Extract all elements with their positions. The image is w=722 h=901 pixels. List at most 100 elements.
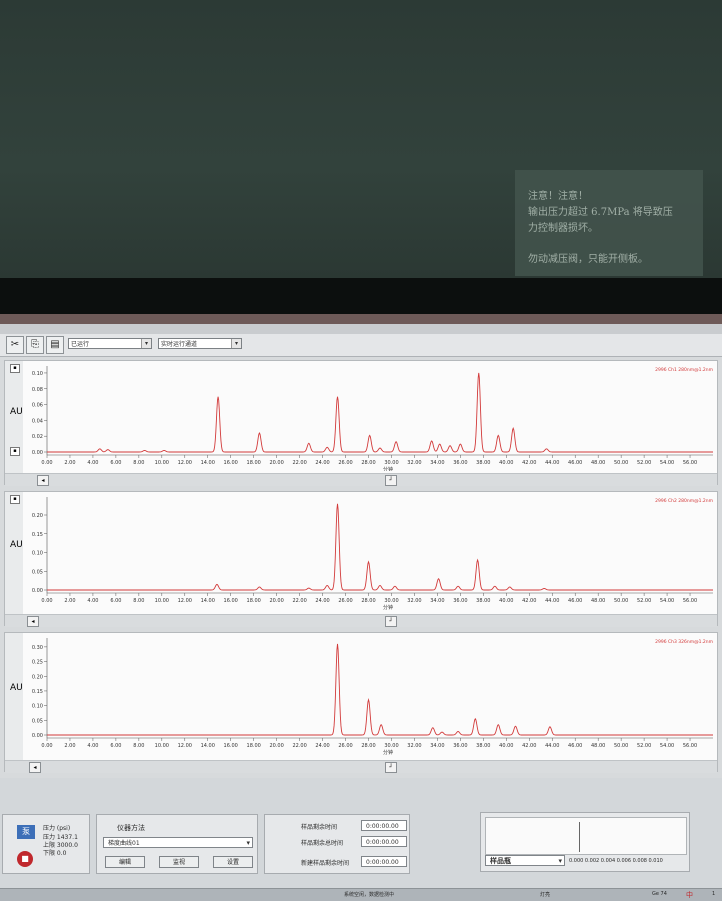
panel-1-scrollbar[interactable]: ◂ ┘ [5, 473, 717, 486]
x-tick-label: 44.00 [545, 598, 559, 604]
panel-1-sidebar: ▪ AU ▪ [5, 361, 23, 484]
x-tick-label: 50.00 [614, 460, 628, 466]
x-tick-label: 2.00 [64, 460, 75, 466]
signal-trace [47, 503, 713, 591]
x-tick-label: 54.00 [660, 743, 674, 749]
x-tick-label: 30.00 [384, 598, 398, 604]
x-tick-label: 32.00 [407, 460, 421, 466]
x-tick-label: 12.00 [178, 598, 192, 604]
cut-button[interactable]: ✂ [6, 336, 24, 354]
x-tick-label: 44.00 [545, 743, 559, 749]
x-tick-label: 0.00 [41, 460, 52, 466]
x-tick-label: 42.00 [522, 743, 536, 749]
channel-select[interactable]: 实时运行通道 ▾ [158, 338, 242, 349]
panel-2-collapse-button[interactable]: ▪ [10, 495, 20, 504]
lamp-hours: Ge 74 [652, 891, 667, 897]
x-tick-label: 38.00 [476, 460, 490, 466]
x-tick-label: 32.00 [407, 743, 421, 749]
sample-timing-box: 样品剩余时间 0:00:00.00 样品剩余总时间 0:00:00.00 新建样… [264, 814, 410, 874]
stop-icon[interactable]: ■ [17, 851, 33, 867]
x-tick-label: 40.00 [499, 460, 513, 466]
paste-icon: ▤ [50, 339, 60, 350]
x-tick-label: 28.00 [361, 743, 375, 749]
run-mode-select[interactable]: 已运行 ▾ [68, 338, 152, 349]
x-tick-label: 14.00 [201, 598, 215, 604]
x-tick-label: 40.00 [499, 743, 513, 749]
chevron-down-icon: ▾ [558, 857, 562, 865]
scissors-icon: ✂ [10, 339, 20, 350]
y-tick-label: 0.00 [32, 588, 43, 594]
x-tick-label: 12.00 [178, 460, 192, 466]
x-tick-label: 38.00 [476, 743, 490, 749]
scroll-left-button[interactable]: ◂ [37, 475, 49, 486]
clock: 1 [712, 891, 716, 897]
copy-icon: ⎘ [31, 339, 39, 350]
x-tick-label: 34.00 [430, 460, 444, 466]
x-tick-label: 54.00 [660, 460, 674, 466]
x-tick-label: 42.00 [522, 460, 536, 466]
x-tick-label: 24.00 [315, 460, 329, 466]
scroll-thumb[interactable]: ┘ [385, 762, 397, 773]
y-tick-label: 0.02 [32, 434, 43, 440]
panel-3-scrollbar[interactable]: ◂ ┘ [5, 760, 717, 773]
mini-plot-ticks: 0.000 0.002 0.004 0.006 0.008 0.010 [569, 858, 663, 864]
x-tick-label: 2.00 [64, 743, 75, 749]
sample-vial-value: 样品瓶 [490, 857, 511, 865]
panel-2-sidebar: ▪ AU [5, 492, 23, 625]
x-tick-label: 56.00 [683, 460, 697, 466]
x-tick-label: 4.00 [87, 598, 98, 604]
panel-1-axis-label: AU [10, 407, 23, 417]
new-sample-time-label: 新建样品剩余时间 [301, 860, 350, 867]
x-tick-label: 12.00 [178, 743, 192, 749]
method-select[interactable]: 梯度曲线01 ▾ [103, 837, 253, 848]
x-tick-label: 26.00 [338, 743, 352, 749]
copy-button[interactable]: ⎘ [26, 336, 44, 354]
y-tick-label: 0.10 [32, 371, 43, 377]
x-tick-label: 54.00 [660, 598, 674, 604]
chromatogram-panel-1: ▪ AU ▪ 0.10 0.08 0.06 0.04 0.02 0.00 0.00 2.00 4… [4, 360, 718, 486]
x-tick-label: 8.00 [133, 460, 144, 466]
x-tick-label: 52.00 [637, 598, 651, 604]
channel-legend: 2996 Ch1 280nm@1.2nm [655, 367, 713, 373]
panel-1-collapse-button[interactable]: ▪ [10, 364, 20, 373]
monitor-button[interactable]: 监视 [159, 856, 199, 868]
scroll-left-button[interactable]: ◂ [29, 762, 41, 773]
scroll-left-button[interactable]: ◂ [27, 616, 39, 627]
pressure-label: 压力 (psi) [43, 825, 71, 832]
x-tick-label: 38.00 [476, 598, 490, 604]
paste-button[interactable]: ▤ [46, 336, 64, 354]
x-tick-label: 50.00 [614, 598, 628, 604]
menu-bar [0, 314, 722, 324]
edit-method-button[interactable]: 编辑 [105, 856, 145, 868]
x-tick-label: 26.00 [338, 460, 352, 466]
x-tick-label: 36.00 [453, 743, 467, 749]
y-tick-label: 0.05 [32, 569, 43, 575]
panel-2-scrollbar[interactable]: ◂ ┘ [5, 614, 717, 627]
lower-limit-value: 下限 0.0 [43, 850, 67, 857]
x-tick-label: 10.00 [155, 598, 169, 604]
remaining-time-label: 样品剩余时间 [301, 824, 338, 831]
ime-indicator[interactable]: 中 [686, 890, 693, 900]
y-tick-label: 0.25 [32, 660, 43, 666]
y-tick-label: 0.04 [32, 418, 43, 424]
x-tick-label: 52.00 [637, 743, 651, 749]
signal-trace [47, 372, 713, 453]
scroll-thumb[interactable]: ┘ [385, 475, 397, 486]
x-tick-label: 14.00 [201, 743, 215, 749]
x-tick-label: 18.00 [247, 743, 261, 749]
chromatogram-plot-1: 0.10 0.08 0.06 0.04 0.02 0.00 0.00 2.00 4.00 6.00… [32, 366, 713, 471]
x-tick-label: 24.00 [315, 598, 329, 604]
x-tick-label: 20.00 [269, 598, 283, 604]
total-remaining-label: 样品剩余总时间 [301, 840, 344, 847]
scroll-thumb[interactable]: ┘ [385, 616, 397, 627]
warning-line-2: 输出压力超过 6.7MPa 将导致压 [528, 207, 673, 218]
sample-vial-select[interactable]: 样品瓶 ▾ [485, 855, 565, 866]
status-text: 系统空闲，数据检测中 [344, 892, 395, 898]
setup-button[interactable]: 设置 [213, 856, 253, 868]
x-tick-label: 2.00 [64, 598, 75, 604]
panel-1-expand-button[interactable]: ▪ [10, 447, 20, 456]
y-tick-label: 0.08 [32, 387, 43, 393]
chromatogram-panel-3: AU 0.30 0.25 0.20 0.15 0.10 0.05 0.00 0.00 2.00 4… [4, 632, 718, 773]
chromatogram-plot-3: 0.30 0.25 0.20 0.15 0.10 0.05 0.00 0.00 2.00 4.00… [32, 638, 713, 756]
run-mode-value: 已运行 [71, 341, 90, 348]
